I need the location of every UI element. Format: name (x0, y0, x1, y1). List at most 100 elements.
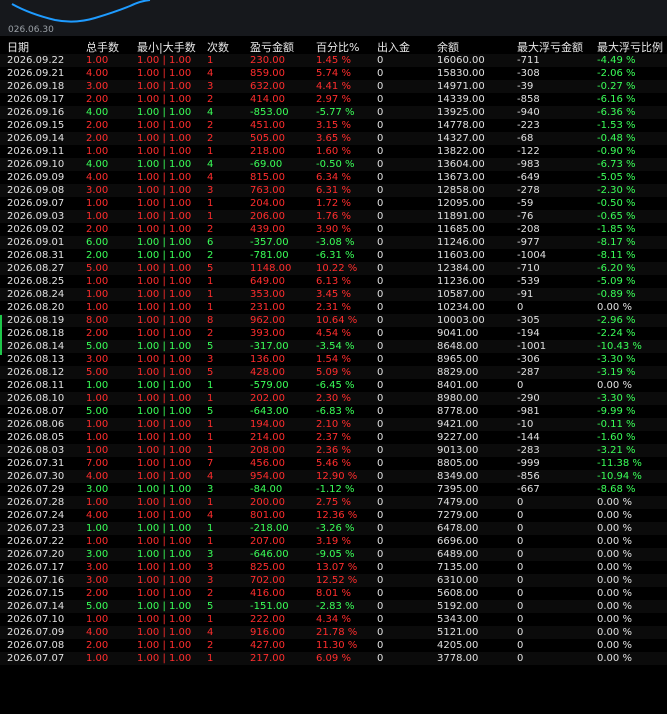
cell-date: 2026.09.08 (7, 185, 65, 196)
header-deposit-withdraw[interactable]: 出入金 (377, 39, 410, 55)
table-row[interactable]: 2026.07.10 1.00 1.00 | 1.00 1 222.00 4.34 % 0 5… (0, 613, 667, 626)
table-row[interactable]: 2026.09.01 6.00 1.00 | 1.00 6 -357.00 -3.08 %… (0, 236, 667, 249)
table-row[interactable]: 2026.09.03 1.00 1.00 | 1.00 1 206.00 1.76 % 0 1… (0, 210, 667, 223)
table-row[interactable]: 2026.07.15 2.00 1.00 | 1.00 2 416.00 8.01 % 0 5… (0, 587, 667, 600)
cell-deposit: 0 (377, 315, 384, 326)
table-row[interactable]: 2026.09.02 2.00 1.00 | 1.00 2 439.00 3.90 % 0 1… (0, 223, 667, 236)
table-row[interactable]: 2026.08.11 1.00 1.00 | 1.00 1 -579.00 -6.45 %… (0, 379, 667, 392)
table-row[interactable]: 2026.08.07 5.00 1.00 | 1.00 5 -643.00 -6.83 %… (0, 405, 667, 418)
table-row[interactable]: 2026.07.22 1.00 1.00 | 1.00 1 207.00 3.19 % 0 6… (0, 535, 667, 548)
table-row[interactable]: 2026.08.27 5.00 1.00 | 1.00 5 1148.00 10.22 %… (0, 262, 667, 275)
cell-percent: -3.08 % (316, 237, 355, 248)
cell-deposit: 0 (377, 614, 384, 625)
header-max-floating-loss-ratio[interactable]: 最大浮亏比例 (597, 39, 663, 55)
table-row[interactable]: 2026.07.29 3.00 1.00 | 1.00 3 -84.00 -1.12 % 0… (0, 483, 667, 496)
cell-date: 2026.07.20 (7, 549, 65, 560)
cell-max-float-loss: -68 (517, 133, 534, 144)
cell-balance: 6310.00 (437, 575, 479, 586)
cell-pnl: 825.00 (250, 562, 285, 573)
table-row[interactable]: 2026.08.31 2.00 1.00 | 1.00 2 -781.00 -6.31 %… (0, 249, 667, 262)
table-row[interactable]: 2026.07.17 3.00 1.00 | 1.00 3 825.00 13.07 % 0… (0, 561, 667, 574)
table-row[interactable]: 2026.07.07 1.00 1.00 | 1.00 1 217.00 6.09 % 0 3… (0, 652, 667, 665)
header-pnl[interactable]: 盈亏金额 (250, 39, 294, 55)
table-row[interactable]: 2026.08.12 5.00 1.00 | 1.00 5 428.00 5.09 % 0 8… (0, 366, 667, 379)
table-row[interactable]: 2026.08.10 1.00 1.00 | 1.00 1 202.00 2.30 % 0 8… (0, 392, 667, 405)
table-row[interactable]: 2026.08.13 3.00 1.00 | 1.00 3 136.00 1.54 % 0 8… (0, 353, 667, 366)
header-percent[interactable]: 百分比% (316, 39, 359, 55)
table-row[interactable]: 2026.08.18 2.00 1.00 | 1.00 2 393.00 4.54 % 0 9… (0, 327, 667, 340)
table-row[interactable]: 2026.09.09 4.00 1.00 | 1.00 4 815.00 6.34 % 0 1… (0, 171, 667, 184)
cell-max-float-ratio: 0.00 % (597, 640, 632, 651)
header-date[interactable]: 日期 (7, 39, 29, 55)
cell-balance: 10003.00 (437, 315, 485, 326)
cell-max-float-loss: -91 (517, 289, 534, 300)
cell-pnl: -69.00 (250, 159, 283, 170)
cell-count: 1 (207, 276, 214, 287)
table-row[interactable]: 2026.07.16 3.00 1.00 | 1.00 3 702.00 12.52 % 0… (0, 574, 667, 587)
table-row[interactable]: 2026.09.21 4.00 1.00 | 1.00 4 859.00 5.74 % 0 1… (0, 67, 667, 80)
table-row[interactable]: 2026.08.03 1.00 1.00 | 1.00 1 208.00 2.36 % 0 9… (0, 444, 667, 457)
header-count[interactable]: 次数 (207, 39, 229, 55)
cell-pnl: 202.00 (250, 393, 285, 404)
cell-deposit: 0 (377, 562, 384, 573)
table-row[interactable]: 2026.07.09 4.00 1.00 | 1.00 4 916.00 21.78 % 0… (0, 626, 667, 639)
cell-max-float-loss: -278 (517, 185, 540, 196)
cell-min-max-lots: 1.00 | 1.00 (137, 497, 192, 508)
table-row[interactable]: 2026.09.15 2.00 1.00 | 1.00 2 451.00 3.15 % 0 1… (0, 119, 667, 132)
cell-balance: 16060.00 (437, 55, 485, 66)
cell-date: 2026.07.17 (7, 562, 65, 573)
table-row[interactable]: 2026.07.20 3.00 1.00 | 1.00 3 -646.00 -9.05 %… (0, 548, 667, 561)
table-row[interactable]: 2026.07.24 4.00 1.00 | 1.00 4 801.00 12.36 % 0… (0, 509, 667, 522)
header-balance[interactable]: 余额 (437, 39, 459, 55)
cell-max-float-loss: -223 (517, 120, 540, 131)
table-row[interactable]: 2026.09.08 3.00 1.00 | 1.00 3 763.00 6.31 % 0 1… (0, 184, 667, 197)
table-row[interactable]: 2026.07.30 4.00 1.00 | 1.00 4 954.00 12.90 % 0… (0, 470, 667, 483)
table-row[interactable]: 2026.08.25 1.00 1.00 | 1.00 1 649.00 6.13 % 0 1… (0, 275, 667, 288)
cell-max-float-loss: -999 (517, 458, 540, 469)
cell-date: 2026.08.19 (7, 315, 65, 326)
table-row[interactable]: 2026.08.06 1.00 1.00 | 1.00 1 194.00 2.10 % 0 9… (0, 418, 667, 431)
cell-balance: 6478.00 (437, 523, 479, 534)
header-min-max-lots[interactable]: 最小|大手数 (137, 39, 196, 55)
cell-date: 2026.08.10 (7, 393, 65, 404)
cell-percent: -3.54 % (316, 341, 355, 352)
table-row[interactable]: 2026.09.17 2.00 1.00 | 1.00 2 414.00 2.97 % 0 1… (0, 93, 667, 106)
cell-max-float-loss: 0 (517, 510, 524, 521)
cell-pnl: 428.00 (250, 367, 285, 378)
cell-pnl: -357.00 (250, 237, 289, 248)
table-row[interactable]: 2026.09.10 4.00 1.00 | 1.00 4 -69.00 -0.50 % 0… (0, 158, 667, 171)
table-row[interactable]: 2026.08.20 1.00 1.00 | 1.00 1 231.00 2.31 % 0 1… (0, 301, 667, 314)
table-row[interactable]: 2026.09.22 1.00 1.00 | 1.00 1 230.00 1.45 % 0 1… (0, 54, 667, 67)
table-row[interactable]: 2026.09.11 1.00 1.00 | 1.00 1 218.00 1.60 % 0 1… (0, 145, 667, 158)
table-row[interactable]: 2026.07.23 1.00 1.00 | 1.00 1 -218.00 -3.26 %… (0, 522, 667, 535)
table-row[interactable]: 2026.09.07 1.00 1.00 | 1.00 1 204.00 1.72 % 0 1… (0, 197, 667, 210)
table-row[interactable]: 2026.08.19 8.00 1.00 | 1.00 8 962.00 10.64 % 0… (0, 314, 667, 327)
cell-percent: 6.13 % (316, 276, 351, 287)
table-row[interactable]: 2026.09.16 4.00 1.00 | 1.00 4 -853.00 -5.77 %… (0, 106, 667, 119)
table-row[interactable]: 2026.07.08 2.00 1.00 | 1.00 2 427.00 11.30 % 0… (0, 639, 667, 652)
cell-min-max-lots: 1.00 | 1.00 (137, 172, 192, 183)
table-row[interactable]: 2026.08.14 5.00 1.00 | 1.00 5 -317.00 -3.54 %… (0, 340, 667, 353)
table-row[interactable]: 2026.08.05 1.00 1.00 | 1.00 1 214.00 2.37 % 0 9… (0, 431, 667, 444)
cell-count: 8 (207, 315, 214, 326)
cell-percent: 1.72 % (316, 198, 351, 209)
cell-deposit: 0 (377, 185, 384, 196)
table-row[interactable]: 2026.08.24 1.00 1.00 | 1.00 1 353.00 3.45 % 0 1… (0, 288, 667, 301)
cell-max-float-ratio: -0.48 % (597, 133, 636, 144)
cell-pnl: 859.00 (250, 68, 285, 79)
table-row[interactable]: 2026.07.14 5.00 1.00 | 1.00 5 -151.00 -2.83 %… (0, 600, 667, 613)
cell-max-float-ratio: -6.16 % (597, 94, 636, 105)
cell-count: 1 (207, 432, 214, 443)
cell-min-max-lots: 1.00 | 1.00 (137, 367, 192, 378)
table-row[interactable]: 2026.09.18 3.00 1.00 | 1.00 3 632.00 4.41 % 0 1… (0, 80, 667, 93)
cell-count: 2 (207, 120, 214, 131)
table-row[interactable]: 2026.07.31 7.00 1.00 | 1.00 7 456.00 5.46 % 0 8… (0, 457, 667, 470)
cell-count: 4 (207, 172, 214, 183)
header-total-lots[interactable]: 总手数 (86, 39, 119, 55)
table-row[interactable]: 2026.07.28 1.00 1.00 | 1.00 1 200.00 2.75 % 0 7… (0, 496, 667, 509)
table-row[interactable]: 2026.09.14 2.00 1.00 | 1.00 2 505.00 3.65 % 0 1… (0, 132, 667, 145)
cell-percent: 5.46 % (316, 458, 351, 469)
header-max-floating-loss[interactable]: 最大浮亏金额 (517, 39, 583, 55)
cell-date: 2026.08.14 (7, 341, 65, 352)
cell-total-lots: 3.00 (86, 549, 109, 560)
